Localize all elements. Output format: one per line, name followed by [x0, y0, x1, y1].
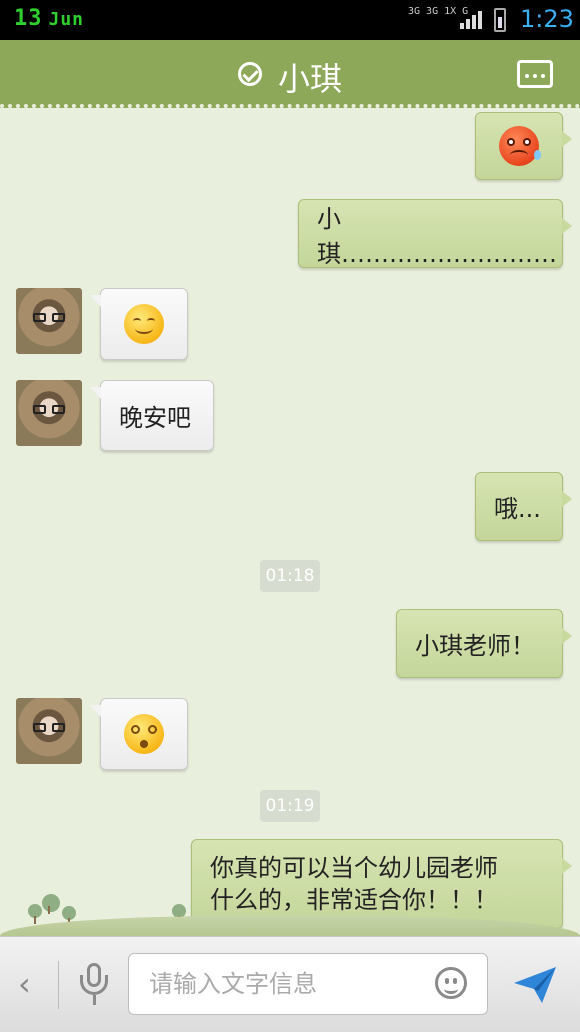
message-incoming[interactable]: [90, 698, 188, 770]
divider: [58, 961, 59, 1009]
dizzy-face-icon: [124, 714, 164, 754]
signal-icon: [460, 10, 484, 29]
smiley-icon[interactable]: [435, 967, 467, 999]
tree-decoration: [62, 906, 76, 926]
message-outgoing[interactable]: 小琪………………………: [298, 199, 572, 268]
check-circle-icon: [238, 62, 262, 86]
message-text: 哦...: [494, 495, 541, 523]
message-text: 晚安吧: [119, 404, 191, 432]
contact-avatar[interactable]: [16, 288, 82, 354]
message-incoming[interactable]: [90, 288, 188, 360]
input-bar: ‹ 请输入文字信息: [0, 936, 580, 1032]
status-date: 13 Jun: [14, 6, 84, 31]
message-list[interactable]: 小琪……………………… 晚安吧 哦... 01:18 小琪老师！ 01:19 你…: [0, 108, 580, 936]
message-input[interactable]: 请输入文字信息: [128, 953, 488, 1015]
status-date-day: 13: [14, 6, 43, 31]
contact-avatar[interactable]: [16, 380, 82, 446]
message-timestamp: 01:18: [260, 560, 320, 592]
message-timestamp: 01:19: [260, 790, 320, 822]
smile-face-icon: [124, 304, 164, 344]
contact-avatar[interactable]: [16, 698, 82, 764]
contact-name: 小琪: [278, 60, 343, 98]
tree-decoration: [42, 894, 60, 914]
chat-header: 小琪: [0, 40, 580, 108]
message-input-placeholder: 请输入文字信息: [149, 970, 317, 998]
message-text: 小琪老师！: [415, 632, 535, 660]
message-outgoing[interactable]: [475, 112, 572, 180]
status-bar: 13 Jun 3G 3G 1X G 1:23: [0, 0, 580, 40]
message-incoming[interactable]: 晚安吧: [90, 380, 214, 451]
more-dots-icon[interactable]: [517, 60, 553, 88]
message-outgoing[interactable]: 哦...: [475, 472, 572, 541]
status-time: 1:23: [520, 5, 574, 33]
battery-icon: [494, 8, 506, 32]
send-icon[interactable]: [512, 961, 558, 1007]
message-text: 小琪………………………: [317, 204, 557, 268]
message-text-line: 什么的，非常适合你！！！: [210, 886, 498, 914]
message-outgoing[interactable]: 小琪老师！: [396, 609, 572, 678]
tree-decoration: [28, 904, 42, 924]
sad-face-icon: [499, 126, 541, 166]
status-date-month: Jun: [48, 9, 85, 30]
chevron-left-icon[interactable]: ‹: [18, 965, 31, 1003]
message-text-line: 你真的可以当个幼儿园老师: [210, 854, 498, 882]
microphone-icon[interactable]: [80, 963, 108, 1009]
